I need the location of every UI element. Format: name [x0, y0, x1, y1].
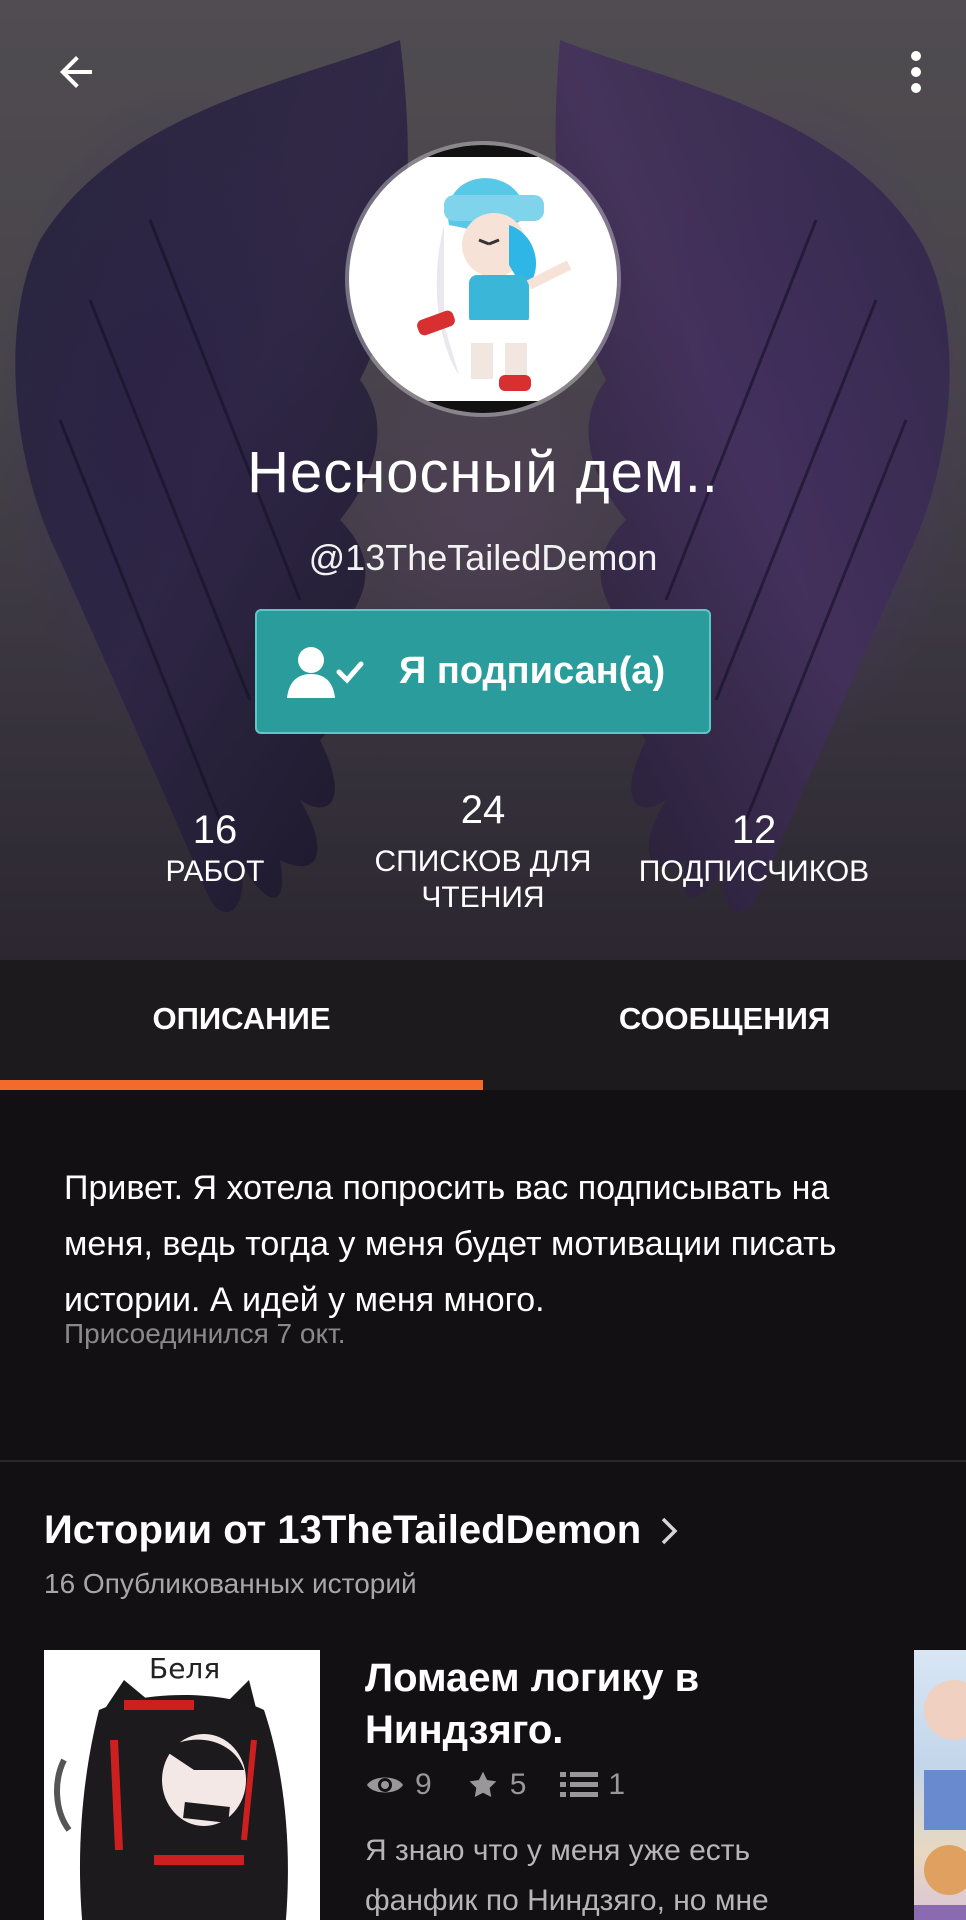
back-button[interactable] — [40, 36, 112, 108]
tab-about[interactable]: ОПИСАНИЕ — [0, 960, 483, 1090]
about-description: Привет. Я хотела попросить вас подписыва… — [64, 1169, 837, 1319]
story-cover-text: Беля — [149, 1652, 221, 1685]
about-section: Привет. Я хотела попросить вас подписыва… — [0, 1090, 966, 1460]
story-title[interactable]: Ломаем логику в Ниндзяго. — [365, 1652, 885, 1756]
story-parts: 1 — [560, 1768, 625, 1802]
chevron-right-icon — [659, 1515, 679, 1547]
star-icon — [469, 1771, 497, 1798]
user-check-icon — [279, 642, 371, 702]
list-icon — [560, 1772, 599, 1797]
profile-page: Несносный дем.. @13TheTailedDemon Я подп… — [0, 0, 966, 1920]
stat-reading-lists-label-line2: ЧТЕНИЯ — [421, 881, 545, 914]
profile-display-name: Несносный дем.. — [247, 440, 719, 505]
stories-section-title: Истории от 13TheTailedDemon — [44, 1508, 642, 1552]
stat-works-count: 16 — [192, 808, 238, 852]
profile-tabs: ОПИСАНИЕ СООБЩЕНИЯ — [0, 960, 966, 1090]
story-views: 9 — [365, 1768, 432, 1802]
avatar-character-image — [349, 145, 617, 413]
story-votes: 5 — [466, 1768, 527, 1802]
tab-messages[interactable]: СООБЩЕНИЯ — [483, 960, 966, 1090]
stat-works[interactable]: 16 РАБОТ — [130, 806, 300, 890]
stat-reading-lists[interactable]: 24 СПИСКОВ ДЛЯ ЧТЕНИЯ — [360, 786, 606, 916]
story-cover-art — [54, 1680, 288, 1920]
stories-section-header[interactable]: Истории от 13TheTailedDemon — [44, 1508, 679, 1553]
story-parts-count: 1 — [608, 1768, 626, 1801]
stat-followers-count: 12 — [731, 808, 777, 852]
stat-followers-label: ПОДПИСЧИКОВ — [638, 855, 870, 888]
stat-followers[interactable]: 12 ПОДПИСЧИКОВ — [616, 806, 892, 890]
story-cover-image[interactable]: Беля — [44, 1650, 320, 1920]
more-options-button[interactable] — [888, 36, 944, 108]
published-stories-count: 16 Опубликованных историй — [44, 1568, 417, 1599]
joined-date: Присоединился 7 окт. — [64, 1318, 346, 1349]
story-votes-count: 5 — [509, 1768, 527, 1801]
profile-username: @13TheTailedDemon — [308, 537, 658, 578]
arrow-left-icon — [60, 56, 92, 88]
stat-works-label: РАБОТ — [165, 855, 265, 888]
next-story-cover[interactable] — [914, 1650, 966, 1920]
following-button-label: Я подписан(а) — [399, 650, 666, 692]
story-views-count: 9 — [415, 1768, 432, 1801]
stat-reading-lists-label-line1: СПИСКОВ ДЛЯ — [374, 845, 592, 878]
eye-icon — [367, 1777, 403, 1793]
profile-avatar[interactable] — [349, 145, 617, 413]
section-divider — [0, 1460, 966, 1462]
story-description: Я знаю что у меня уже есть фанфик по Нин… — [365, 1834, 769, 1917]
story-stats: 9 5 1 — [365, 1768, 659, 1802]
following-button[interactable]: Я подписан(а) — [255, 609, 711, 734]
stat-reading-lists-count: 24 — [460, 788, 506, 832]
next-story-cover-art — [914, 1680, 966, 1920]
more-vertical-icon — [911, 51, 921, 93]
